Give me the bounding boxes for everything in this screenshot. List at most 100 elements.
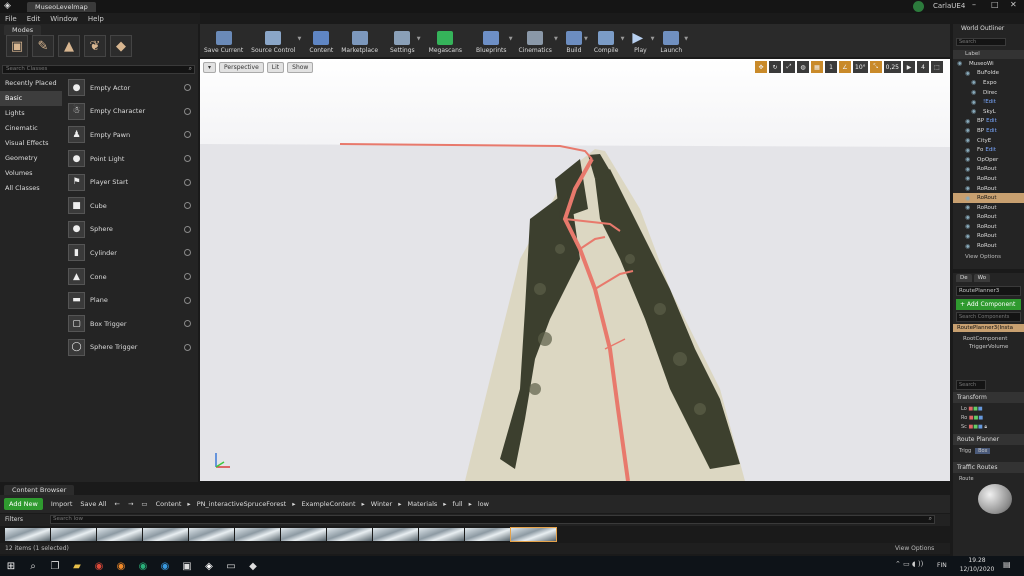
content-button[interactable]: Content bbox=[305, 24, 337, 57]
blueprints-button[interactable]: Blueprints ▼ bbox=[472, 24, 513, 57]
asset-thumbnail[interactable] bbox=[97, 528, 142, 541]
table-row[interactable]: ◉ RoRout bbox=[953, 213, 1024, 223]
list-item[interactable]: ♟ Empty Pawn bbox=[64, 123, 198, 147]
search-details-input[interactable]: Search bbox=[956, 380, 986, 390]
menu-window[interactable]: Window bbox=[50, 15, 78, 23]
level-viewport[interactable] bbox=[200, 59, 950, 481]
asset-thumbnail[interactable] bbox=[465, 528, 510, 541]
trigger-dropdown[interactable]: Box bbox=[975, 448, 991, 454]
close-icon[interactable]: ✕ bbox=[1010, 0, 1017, 9]
crumb-materials[interactable]: Materials bbox=[407, 500, 437, 508]
viewport-menu-button[interactable]: ▾ bbox=[203, 62, 217, 73]
rotate-icon[interactable]: ↻ bbox=[769, 61, 781, 73]
crumb-full[interactable]: full bbox=[453, 500, 463, 508]
save-current-button[interactable]: Save Current bbox=[200, 24, 247, 57]
location-row[interactable]: Lo ■■■ bbox=[953, 403, 1024, 412]
asset-thumbnail[interactable] bbox=[143, 528, 188, 541]
category-all-classes[interactable]: All Classes bbox=[0, 181, 62, 196]
table-row[interactable]: ◉ Direc bbox=[953, 88, 1024, 98]
route-planner-section[interactable]: Route Planner bbox=[953, 434, 1024, 445]
table-row[interactable]: ◉ RoRout bbox=[953, 203, 1024, 213]
search-assets-input[interactable]: Search low ⌕ bbox=[50, 515, 935, 524]
transform-section[interactable]: Transform bbox=[953, 392, 1024, 403]
place-mode-icon[interactable]: ▣ bbox=[6, 35, 28, 57]
task-view-icon[interactable]: ❐ bbox=[44, 556, 66, 576]
asset-thumbnail[interactable] bbox=[419, 528, 464, 541]
camera-speed-value[interactable]: 4 bbox=[917, 61, 929, 73]
eye-icon[interactable]: ◉ bbox=[965, 137, 975, 144]
eye-icon[interactable]: ◉ bbox=[965, 166, 975, 173]
filters-button[interactable]: Filters bbox=[5, 516, 23, 523]
menu-help[interactable]: Help bbox=[88, 15, 104, 23]
windows-start-icon[interactable]: ⊞ bbox=[0, 556, 22, 576]
rotation-snap-value[interactable]: 10° bbox=[853, 61, 868, 73]
eye-icon[interactable]: ◉ bbox=[971, 99, 981, 106]
root-component-row[interactable]: RootComponent bbox=[953, 334, 1024, 342]
notification-icon[interactable]: ▤ bbox=[1003, 560, 1011, 569]
material-preview-sphere[interactable] bbox=[978, 484, 1012, 514]
maximize-icon[interactable]: □ bbox=[991, 0, 999, 9]
settings-button[interactable]: Settings ▼ bbox=[386, 24, 421, 57]
foliage-mode-icon[interactable]: ❦ bbox=[84, 35, 106, 57]
modes-tab[interactable]: Modes bbox=[4, 25, 42, 35]
table-row[interactable]: ◉ !Edit bbox=[953, 97, 1024, 107]
window-icon[interactable]: ▭ bbox=[220, 556, 242, 576]
world-local-icon[interactable]: ◍ bbox=[797, 61, 809, 73]
table-row[interactable]: ◉ BuFolde bbox=[953, 69, 1024, 79]
list-item[interactable]: ▮ Cylinder bbox=[64, 241, 198, 265]
table-row[interactable]: ◉ RoRout bbox=[953, 165, 1024, 175]
category-basic[interactable]: Basic bbox=[0, 91, 62, 106]
actor-name-field[interactable]: RoutePlanner3 bbox=[956, 286, 1021, 296]
eye-icon[interactable]: ◉ bbox=[965, 147, 975, 154]
eye-icon[interactable]: ◉ bbox=[971, 89, 981, 96]
unreal-taskbar-icon[interactable]: ◈ bbox=[198, 556, 220, 576]
rotation-snap-icon[interactable]: ∠ bbox=[839, 61, 851, 73]
menu-file[interactable]: File bbox=[5, 15, 17, 23]
import-button[interactable]: Import bbox=[51, 500, 73, 508]
marketplace-button[interactable]: Marketplace bbox=[337, 24, 382, 57]
language-indicator[interactable]: FIN bbox=[937, 562, 947, 569]
clock-date[interactable]: 12/10/2020 bbox=[958, 566, 996, 573]
instance-row[interactable]: RoutePlanner3(Insta bbox=[953, 324, 1024, 332]
geometry-mode-icon[interactable]: ◆ bbox=[110, 35, 132, 57]
outliner-tab[interactable]: World Outliner bbox=[953, 24, 1024, 34]
camera-speed-icon[interactable]: ▶ bbox=[903, 61, 915, 73]
lock-icon[interactable]: 🔒︎ bbox=[984, 424, 987, 430]
list-item[interactable]: ▬ Plane bbox=[64, 288, 198, 312]
table-row[interactable]: ◉ Expo bbox=[953, 78, 1024, 88]
category-visual-effects[interactable]: Visual Effects bbox=[0, 136, 62, 151]
menu-edit[interactable]: Edit bbox=[27, 15, 41, 23]
table-row[interactable]: ◉ Fo Edit bbox=[953, 145, 1024, 155]
list-item[interactable]: ● Point Light bbox=[64, 147, 198, 171]
grid-snap-value[interactable]: 1 bbox=[825, 61, 837, 73]
scale-snap-icon[interactable]: ⤡ bbox=[869, 61, 882, 73]
add-component-button[interactable]: + Add Component bbox=[956, 299, 1021, 310]
category-lights[interactable]: Lights bbox=[0, 106, 62, 121]
show-button[interactable]: Show bbox=[287, 62, 314, 73]
list-item[interactable]: ⚑ Player Start bbox=[64, 170, 198, 194]
asset-thumbnail[interactable] bbox=[327, 528, 372, 541]
eye-icon[interactable]: ◉ bbox=[965, 127, 975, 134]
category-recently-placed[interactable]: Recently Placed bbox=[0, 76, 62, 91]
lit-button[interactable]: Lit bbox=[266, 62, 285, 73]
save-all-button[interactable]: Save All bbox=[80, 500, 106, 508]
clock-time[interactable]: 19.28 bbox=[962, 557, 992, 564]
eye-icon[interactable]: ◉ bbox=[965, 156, 975, 163]
asset-thumbnail[interactable] bbox=[189, 528, 234, 541]
table-row[interactable]: ◉ RoRout bbox=[953, 241, 1024, 251]
outliner-search-input[interactable]: Search bbox=[956, 38, 1006, 46]
crumb-example-content[interactable]: ExampleContent bbox=[301, 500, 355, 508]
table-row[interactable]: ◉ RoRout bbox=[953, 232, 1024, 242]
asset-thumbnail[interactable] bbox=[281, 528, 326, 541]
table-row[interactable]: ◉ CityE bbox=[953, 136, 1024, 146]
eye-icon[interactable]: ◉ bbox=[965, 175, 975, 182]
category-volumes[interactable]: Volumes bbox=[0, 166, 62, 181]
scale-icon[interactable]: ⤢ bbox=[783, 61, 795, 73]
edge-icon[interactable]: ◉ bbox=[154, 556, 176, 576]
launch-button[interactable]: Launch ▼ bbox=[656, 24, 688, 57]
add-new-button[interactable]: Add New bbox=[4, 498, 43, 510]
table-row[interactable]: ◉ MuseoWi bbox=[953, 59, 1024, 69]
minimize-icon[interactable]: – bbox=[972, 0, 976, 9]
crumb-content[interactable]: Content bbox=[156, 500, 182, 508]
terminal-icon[interactable]: ▣ bbox=[176, 556, 198, 576]
